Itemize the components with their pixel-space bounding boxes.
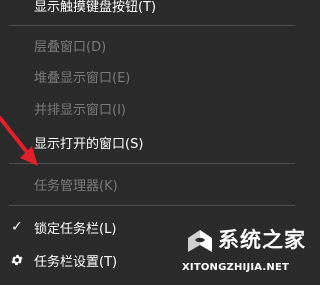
menu-item-stack-windows[interactable]: 堆叠显示窗口(E) xyxy=(0,63,300,89)
menu-separator xyxy=(9,25,295,26)
menu-item-label: 层叠窗口(D) xyxy=(34,39,107,55)
menu-item-label: 并排显示窗口(I) xyxy=(34,102,126,118)
menu-item-taskbar-settings[interactable]: 任务栏设置(T) xyxy=(0,247,300,273)
menu-item-show-open-windows[interactable]: 显示打开的窗口(S) xyxy=(0,129,300,155)
menu-item-task-manager[interactable]: 任务管理器(K) xyxy=(0,171,300,197)
menu-item-label: 任务管理器(K) xyxy=(34,178,118,194)
menu-item-label: 任务栏设置(T) xyxy=(34,254,118,270)
menu-item-label: 显示打开的窗口(S) xyxy=(34,136,144,152)
menu-item-show-touch-keyboard[interactable]: 显示触摸键盘按钮(T) xyxy=(0,0,300,18)
menu-item-label: 锁定任务栏(L) xyxy=(34,221,117,237)
menu-item-side-by-side-windows[interactable]: 并排显示窗口(I) xyxy=(0,95,300,121)
menu-item-lock-taskbar[interactable]: ✓ 锁定任务栏(L) xyxy=(0,214,300,240)
menu-separator xyxy=(9,163,295,164)
gear-icon xyxy=(11,254,23,266)
checkmark-icon: ✓ xyxy=(11,219,23,235)
menu-item-cascade-windows[interactable]: 层叠窗口(D) xyxy=(0,32,300,58)
menu-item-label: 显示触摸键盘按钮(T) xyxy=(34,0,157,15)
taskbar-context-menu: 显示触摸键盘按钮(T) 层叠窗口(D) 堆叠显示窗口(E) 并排显示窗口(I) … xyxy=(0,0,306,285)
menu-separator xyxy=(9,205,295,206)
menu-item-label: 堆叠显示窗口(E) xyxy=(34,70,131,86)
